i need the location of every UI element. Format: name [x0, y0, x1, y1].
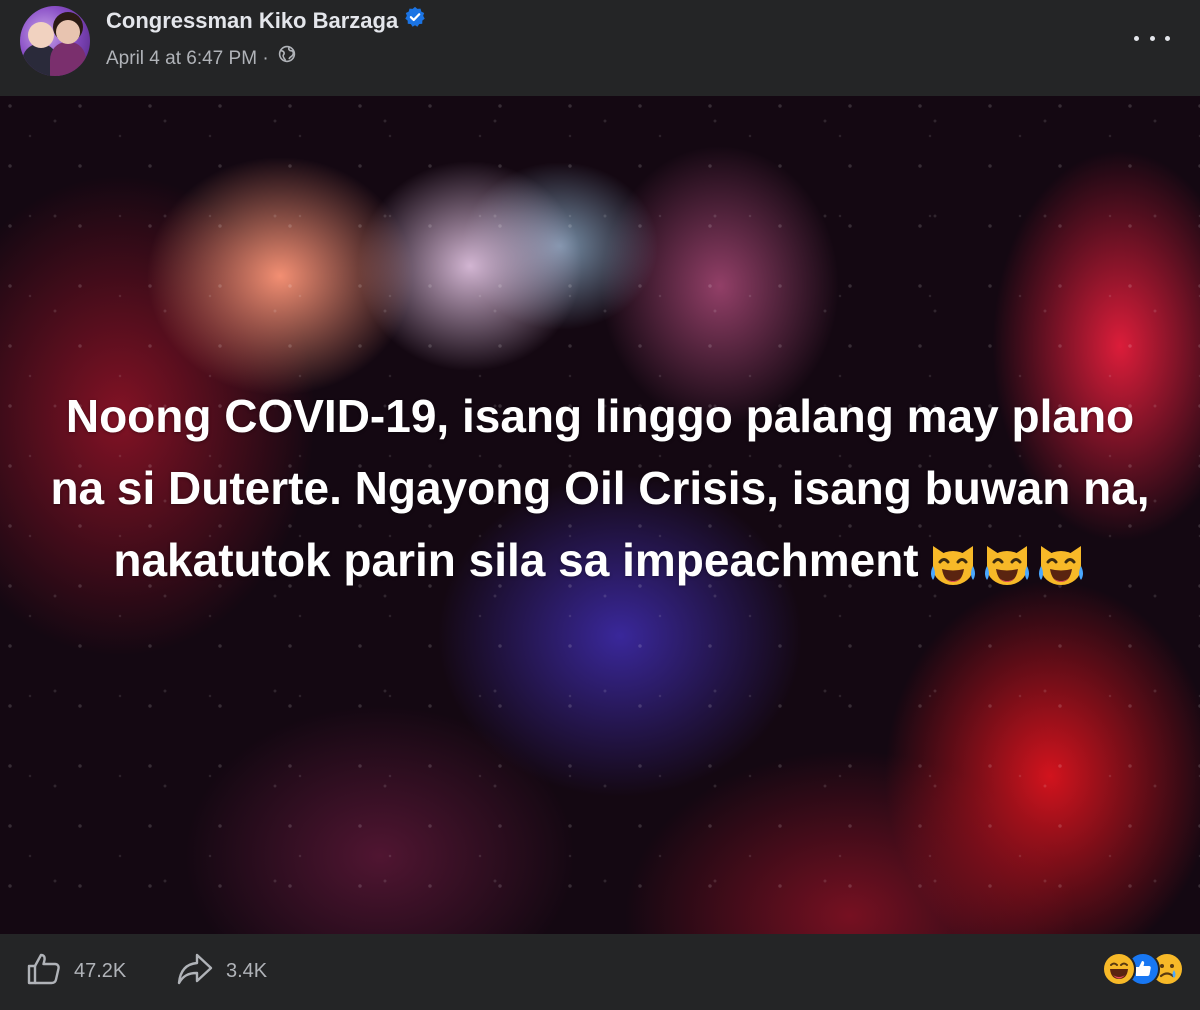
like-count[interactable]: 47.2K — [74, 960, 126, 983]
post-meta: April 4 at 6:47 PM · — [106, 45, 296, 70]
author-avatar[interactable] — [20, 6, 90, 76]
post-timestamp[interactable]: April 4 at 6:47 PM — [106, 48, 257, 69]
post-text-block: Noong COVID-19, isang linggo palang may … — [40, 380, 1160, 596]
share-button[interactable]: 3.4K — [176, 952, 267, 991]
reaction-summary[interactable] — [1102, 952, 1184, 988]
haha-reaction-icon — [1102, 952, 1136, 986]
share-count[interactable]: 3.4K — [226, 960, 267, 983]
crying-laughing-cat-emoji — [984, 545, 1029, 585]
like-button[interactable]: 47.2K — [26, 952, 126, 991]
post-header: Congressman Kiko Barzaga April 4 at 6:47… — [0, 0, 1200, 96]
author-name-row: Congressman Kiko Barzaga — [106, 6, 426, 34]
globe-icon — [278, 45, 296, 69]
meta-separator: · — [262, 48, 269, 69]
emoji-group — [925, 524, 1087, 596]
facebook-post: Congressman Kiko Barzaga April 4 at 6:47… — [0, 0, 1200, 1010]
post-image[interactable]: Noong COVID-19, isang linggo palang may … — [0, 96, 1200, 934]
author-name[interactable]: Congressman Kiko Barzaga — [106, 8, 398, 33]
share-arrow-icon — [176, 952, 214, 991]
thumbs-up-icon — [26, 952, 62, 991]
crying-laughing-cat-emoji — [1038, 545, 1083, 585]
more-options-icon[interactable] — [1134, 26, 1170, 50]
post-footer: 47.2K 3.4K — [0, 934, 1200, 1010]
verified-badge-icon — [404, 6, 426, 34]
crying-laughing-cat-emoji — [930, 545, 975, 585]
